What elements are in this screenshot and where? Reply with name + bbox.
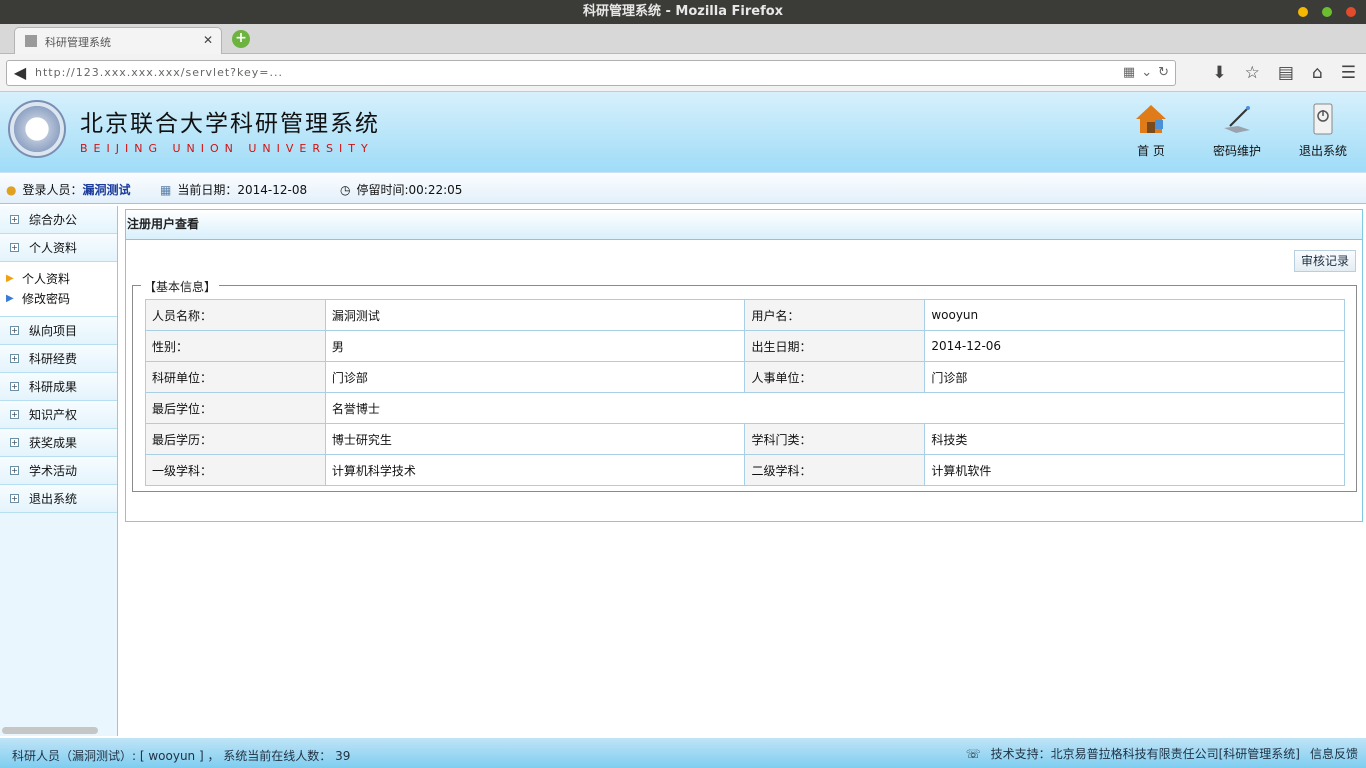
university-logo [8,100,66,158]
table-row: 最后学位： 名誉博士 [145,392,1346,424]
sidebar-subitem-password[interactable]: ▶ 修改密码 [6,288,117,308]
download-icon[interactable]: ⬇ [1212,63,1226,83]
sidebar-item-logout[interactable]: + 退出系统 [0,485,117,513]
panel-title: 注册用户查看 [126,210,1362,240]
minimize-button[interactable] [1298,7,1308,17]
expand-plus-icon: + [10,215,19,224]
support-icon: ☏ [965,746,981,761]
tab-title: 科研管理系统 [45,36,111,49]
close-window-button[interactable] [1346,7,1356,17]
table-row: 性别： 男 出生日期： 2014-12-06 [145,330,1345,362]
clock-icon: ◷ [340,182,351,197]
university-subtitle: BEIJING UNION UNIVERSITY [80,142,374,155]
login-user-name: 漏洞测试 [82,183,131,197]
table-row: 最后学历： 博士研究生 学科门类： 科技类 [145,423,1345,455]
password-pen-icon [1224,106,1250,133]
content-panel: 注册用户查看 审核记录 【基本信息】 人员名称： 漏洞测试 用户名： wooyu… [125,209,1363,522]
table-row: 一级学科： 计算机科学技术 二级学科： 计算机软件 [145,454,1345,486]
password-button[interactable]: 密码维护 [1204,102,1270,159]
url-bar[interactable]: ◀ http://123.xxx.xxx.xxx/servlet?key=...… [6,60,1176,86]
window-controls [1298,7,1356,17]
calendar-icon: ▦ [160,182,172,197]
power-exit-icon [1313,103,1333,135]
fieldset-legend: 【基本信息】 [141,278,220,295]
sidebar-item-personal[interactable]: + 个人资料 [0,234,117,262]
stay-time-value: 00:22:05 [408,182,463,197]
sidebar-item-office[interactable]: + 综合办公 [0,206,117,234]
expand-plus-icon: + [10,354,19,363]
reading-list-icon[interactable]: ▤ [1278,63,1294,83]
tech-support-text: 技术支持：北京易普拉格科技有限责任公司[科研管理系统] [990,747,1300,761]
sidebar-item-funding[interactable]: + 科研经费 [0,345,117,373]
expand-plus-icon: + [10,410,19,419]
new-tab-icon[interactable]: + [232,30,250,48]
audit-record-button[interactable]: 审核记录 [1293,250,1356,272]
expand-plus-icon: + [10,243,19,252]
basic-info-fieldset: 【基本信息】 人员名称： 漏洞测试 用户名： wooyun 性别： 男 出生日期… [132,278,1357,492]
sidebar-item-awards[interactable]: + 获奖成果 [0,429,117,457]
window-title: 科研管理系统 - Mozilla Firefox [582,4,784,19]
sidebar-item-academic[interactable]: + 学术活动 [0,457,117,485]
sidebar-submenu: ▶ 个人资料 ▶ 修改密码 [0,262,117,317]
sidebar-item-ip[interactable]: + 知识产权 [0,401,117,429]
expand-plus-icon: + [10,466,19,475]
current-date-value: 2014-12-08 [237,182,308,197]
bookmark-star-icon[interactable]: ☆ [1245,63,1260,83]
expand-plus-icon: + [10,438,19,447]
expand-plus-icon: + [10,326,19,335]
logout-button[interactable]: 退出系统 [1290,102,1356,159]
basic-info-table: 人员名称： 漏洞测试 用户名： wooyun 性别： 男 出生日期： 2014-… [145,299,1346,486]
tab-strip: 科研管理系统 ✕ + [0,24,1366,54]
sidebar-subitem-profile[interactable]: ▶ 个人资料 [6,268,117,288]
sidebar-scrollbar[interactable] [2,727,98,734]
sidebar-item-vertical-projects[interactable]: + 纵向项目 [0,317,117,345]
current-date: ▦ 当前日期： 2014-12-08 [160,182,308,198]
favicon-icon [25,35,37,47]
url-text[interactable]: http://123.xxx.xxx.xxx/servlet?key=... [35,66,283,79]
window-title-bar: 科研管理系统 - Mozilla Firefox [0,0,1366,24]
dropdown-chevron-icon[interactable]: ⌄ [1141,65,1152,80]
feedback-link[interactable]: 信息反馈 [1310,745,1358,762]
info-bar: ● 登录人员： 漏洞测试 ▦ 当前日期： 2014-12-08 ◷ 停留时间: … [0,172,1366,204]
home-icon [1136,105,1166,133]
expand-plus-icon: + [10,494,19,503]
table-row: 人员名称： 漏洞测试 用户名： wooyun [145,299,1345,331]
expand-plus-icon: + [10,382,19,391]
sidebar-item-achievements[interactable]: + 科研成果 [0,373,117,401]
stay-time: ◷ 停留时间: 00:22:05 [340,182,463,198]
reload-icon[interactable]: ↻ [1158,65,1169,80]
online-status: 科研人员（漏洞测试）: [ wooyun ] ， 系统当前在线人数： 39 [12,749,351,763]
sidebar: + 综合办公 + 个人资料 ▶ 个人资料 ▶ 修改密码 + 纵向项目 + 科研经… [0,206,118,736]
browser-tab[interactable]: 科研管理系统 ✕ [14,27,222,54]
navigation-bar: ◀ http://123.xxx.xxx.xxx/servlet?key=...… [0,54,1366,92]
system-title: 北京联合大学科研管理系统 [80,111,380,137]
active-arrow-icon: ▶ [6,272,14,284]
table-row: 科研单位： 门诊部 人事单位： 门诊部 [145,361,1345,393]
menu-hamburger-icon[interactable]: ☰ [1341,63,1356,83]
home-browser-icon[interactable]: ⌂ [1312,63,1323,83]
home-button[interactable]: 首 页 [1118,102,1184,159]
login-user: ● 登录人员： 漏洞测试 [6,182,131,198]
top-actions: 首 页 密码维护 退出系统 [1118,102,1356,159]
close-tab-icon[interactable]: ✕ [203,33,213,47]
user-icon: ● [6,182,17,197]
qr-code-icon[interactable]: ▦ [1123,65,1135,80]
app-banner: 北京联合大学科研管理系统 BEIJING UNION UNIVERSITY 首 … [0,92,1366,172]
maximize-button[interactable] [1322,7,1332,17]
status-bar: 科研人员（漏洞测试）: [ wooyun ] ， 系统当前在线人数： 39 ☏ … [0,738,1366,768]
arrow-icon: ▶ [6,292,14,304]
back-arrow-icon[interactable]: ◀ [9,62,31,84]
